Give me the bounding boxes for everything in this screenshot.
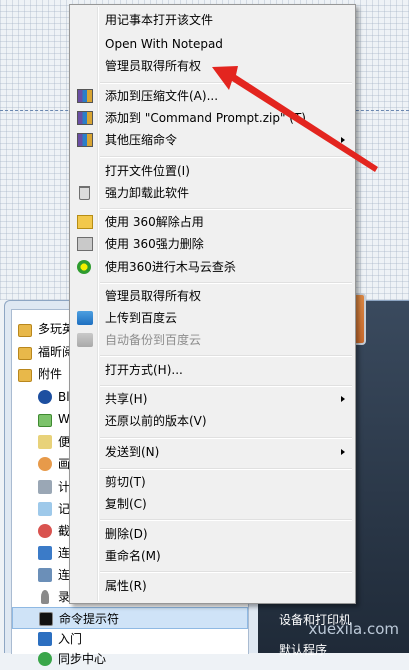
- menu-item-send-to[interactable]: 发送到(N): [72, 441, 353, 463]
- menu-item-add-to-archive[interactable]: 添加到压缩文件(A)...: [72, 85, 353, 107]
- submenu-arrow-icon: [341, 396, 345, 402]
- program-label: 入门: [58, 632, 83, 646]
- cloud-upload-icon: [77, 311, 93, 325]
- menu-item-open-with-notepad[interactable]: Open With Notepad: [72, 33, 353, 55]
- notepad-icon: [38, 502, 52, 516]
- menu-separator: [100, 571, 352, 573]
- folder-icon: [18, 369, 32, 382]
- menu-item-label: 用记事本打开该文件: [105, 13, 214, 27]
- security-360-icon: [77, 260, 91, 274]
- menu-separator: [100, 437, 352, 439]
- menu-item-cut[interactable]: 剪切(T): [72, 471, 353, 493]
- bluetooth-icon: [38, 390, 52, 404]
- menu-item-label: 发送到(N): [105, 445, 160, 459]
- submenu-arrow-icon: [341, 137, 345, 143]
- program-item-command-prompt[interactable]: 命令提示符: [12, 607, 248, 629]
- menu-item-label: 强力卸载此软件: [105, 186, 190, 200]
- menu-item-take-ownership-2[interactable]: 管理员取得所有权: [72, 285, 353, 307]
- menu-item-360-unlock[interactable]: 使用 360解除占用: [72, 211, 353, 233]
- menu-item-label: 其他压缩命令: [105, 133, 178, 147]
- cloud-backup-icon: [77, 333, 93, 347]
- menu-separator: [100, 385, 352, 387]
- program-label: 命令提示符: [59, 612, 120, 626]
- menu-item-label: 使用 360解除占用: [105, 215, 204, 229]
- menu-item-copy[interactable]: 复制(C): [72, 493, 353, 515]
- connect-icon: [38, 546, 52, 560]
- watermark: xuexila.com: [308, 620, 399, 638]
- command-prompt-icon: [39, 612, 53, 626]
- menu-item-label: 属性(R): [105, 579, 147, 593]
- program-label: 同步中心: [58, 652, 107, 666]
- menu-item-label: 重命名(M): [105, 549, 161, 563]
- program-label: 附件: [38, 367, 63, 381]
- sticky-notes-icon: [38, 435, 52, 449]
- sync-center-icon: [38, 652, 52, 666]
- menu-item-label: 添加到 "Command Prompt.zip" (T): [105, 111, 306, 125]
- folder-icon: [18, 347, 32, 360]
- menu-item-share[interactable]: 共享(H): [72, 388, 353, 410]
- winrar-icon: [77, 89, 93, 103]
- menu-separator: [100, 156, 352, 158]
- menu-item-open-file-location[interactable]: 打开文件位置(I): [72, 160, 353, 182]
- menu-item-label: 还原以前的版本(V): [105, 414, 207, 428]
- menu-item-open-with[interactable]: 打开方式(H)...: [72, 359, 353, 381]
- program-item[interactable]: 入门: [12, 628, 248, 650]
- unlock-icon: [77, 215, 93, 229]
- menu-item-360-force-delete[interactable]: 使用 360强力删除: [72, 233, 353, 255]
- menu-item-label: 共享(H): [105, 392, 148, 406]
- menu-item-open-with-notepad-cn[interactable]: 用记事本打开该文件: [72, 9, 353, 31]
- menu-item-label: 打开方式(H)...: [105, 363, 183, 377]
- menu-item-take-ownership[interactable]: 管理员取得所有权: [72, 55, 353, 77]
- folder-icon: [38, 414, 52, 427]
- menu-item-label: 管理员取得所有权: [105, 59, 202, 73]
- snipping-tool-icon: [38, 524, 52, 538]
- shredder-icon: [77, 237, 93, 251]
- menu-item-properties[interactable]: 属性(R): [72, 575, 353, 597]
- folder-icon: [18, 324, 32, 337]
- winrar-icon: [77, 133, 93, 147]
- menu-item-add-to-zip[interactable]: 添加到 "Command Prompt.zip" (T): [72, 107, 353, 129]
- menu-item-label: 上传到百度云: [105, 311, 178, 325]
- menu-separator: [100, 282, 352, 284]
- menu-item-other-compress[interactable]: 其他压缩命令: [72, 129, 353, 151]
- menu-item-360-scan[interactable]: 使用360进行木马云查杀: [72, 256, 353, 278]
- menu-separator: [100, 355, 352, 357]
- program-item[interactable]: 同步中心: [12, 648, 248, 670]
- menu-item-label: 复制(C): [105, 497, 147, 511]
- getting-started-icon: [38, 632, 52, 646]
- menu-item-delete[interactable]: 删除(D): [72, 523, 353, 545]
- menu-item-auto-backup-baidu[interactable]: 自动备份到百度云: [72, 329, 353, 351]
- menu-item-label: Open With Notepad: [105, 37, 223, 51]
- submenu-arrow-icon: [341, 449, 345, 455]
- trash-icon: [79, 186, 90, 200]
- menu-item-label: 使用360进行木马云查杀: [105, 260, 236, 274]
- menu-item-restore-previous[interactable]: 还原以前的版本(V): [72, 410, 353, 432]
- menu-item-upload-baidu[interactable]: 上传到百度云: [72, 307, 353, 329]
- context-menu: 用记事本打开该文件 Open With Notepad 管理员取得所有权 添加到…: [69, 4, 356, 604]
- menu-item-force-uninstall[interactable]: 强力卸载此软件: [72, 182, 353, 204]
- calculator-icon: [38, 480, 52, 494]
- default-programs-link[interactable]: 默认程序: [279, 641, 327, 658]
- menu-item-rename[interactable]: 重命名(M): [72, 545, 353, 567]
- menu-item-label: 自动备份到百度云: [105, 333, 202, 347]
- menu-separator: [100, 82, 352, 84]
- menu-separator: [100, 208, 352, 210]
- menu-item-label: 剪切(T): [105, 475, 146, 489]
- paint-icon: [38, 457, 52, 471]
- microphone-icon: [41, 590, 49, 604]
- remote-desktop-icon: [38, 568, 52, 582]
- winrar-icon: [77, 111, 93, 125]
- menu-item-label: 打开文件位置(I): [105, 164, 190, 178]
- menu-item-label: 添加到压缩文件(A)...: [105, 89, 219, 103]
- menu-item-label: 删除(D): [105, 527, 148, 541]
- menu-item-label: 使用 360强力删除: [105, 237, 204, 251]
- menu-item-label: 管理员取得所有权: [105, 289, 202, 303]
- menu-separator: [100, 519, 352, 521]
- menu-separator: [100, 468, 352, 470]
